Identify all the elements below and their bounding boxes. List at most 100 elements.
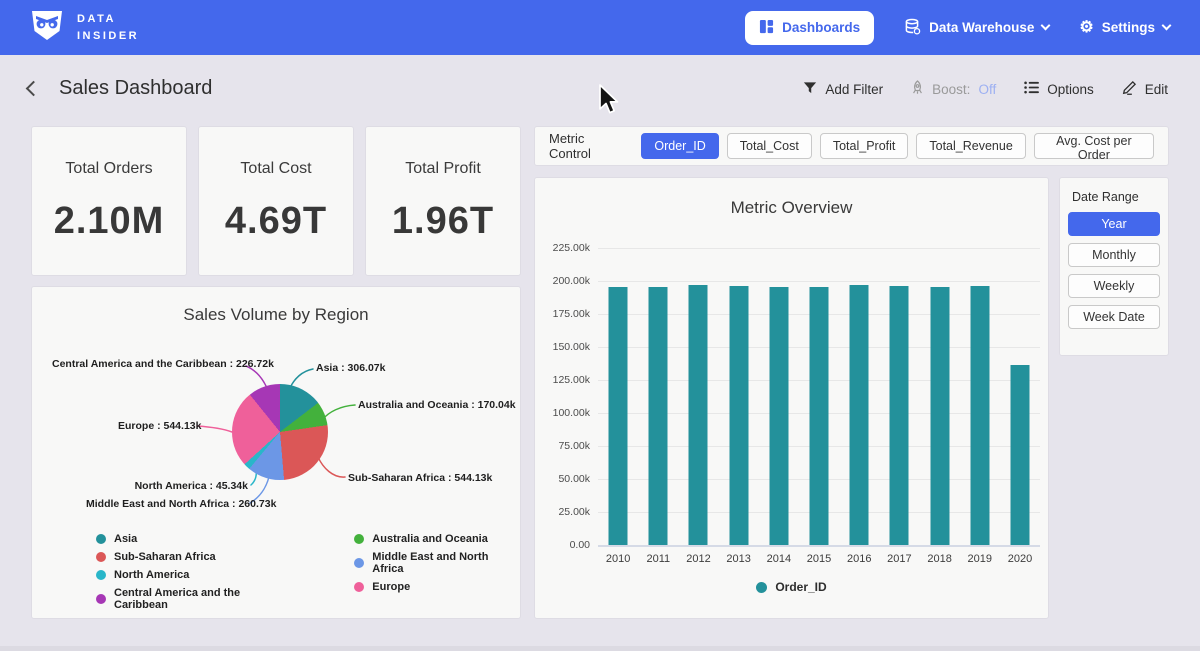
- x-axis-tick-label: 2013: [719, 553, 759, 565]
- bar-2017[interactable]: [890, 286, 909, 545]
- chevron-down-icon: [1162, 21, 1172, 31]
- kpi-card-total-orders: Total Orders 2.10M: [32, 127, 186, 275]
- x-axis-tick-label: 2017: [879, 553, 919, 565]
- pie-legend-item-central-america-and-the-caribbean[interactable]: Central America and the Caribbean: [96, 587, 294, 611]
- date-range-panel: Date Range Year Monthly Weekly Week Date: [1060, 178, 1168, 355]
- gear-icon: ⚙: [1079, 20, 1093, 36]
- pie-legend-item-asia[interactable]: Asia: [96, 533, 294, 545]
- sales-volume-pie-card: Sales Volume by Region Asia : 306.07kAus…: [32, 287, 520, 618]
- back-button[interactable]: [26, 81, 42, 97]
- pie-legend-item-australia-and-oceania[interactable]: Australia and Oceania: [354, 533, 520, 545]
- top-navigation-bar: DATA INSIDER Dashboards: [0, 0, 1200, 55]
- nav-item-settings[interactable]: ⚙ Settings: [1079, 20, 1170, 36]
- bar-column: [960, 248, 1000, 545]
- pencil-icon: [1122, 80, 1137, 98]
- x-axis-tick-label: 2012: [678, 553, 718, 565]
- bar-column: [1000, 248, 1040, 545]
- legend-dot: [756, 582, 767, 593]
- add-filter-button[interactable]: Add Filter: [803, 81, 883, 98]
- bar-column: [879, 248, 919, 545]
- date-option-monthly[interactable]: Monthly: [1068, 243, 1160, 267]
- bar-column: [638, 248, 678, 545]
- nav-links: Dashboards Data Warehouse ⚙ Settings: [745, 11, 1170, 45]
- bar-2013[interactable]: [729, 286, 748, 545]
- y-axis-tick-label: 100.00k: [535, 407, 590, 419]
- owl-logo-icon: [30, 10, 64, 46]
- legend-dot: [96, 594, 106, 604]
- bar-2020[interactable]: [1010, 365, 1029, 545]
- kpi-card-total-profit: Total Profit 1.96T: [366, 127, 520, 275]
- metric-option-order-id[interactable]: Order_ID: [641, 133, 718, 159]
- y-axis-tick-label: 125.00k: [535, 374, 590, 386]
- date-option-week-date[interactable]: Week Date: [1068, 305, 1160, 329]
- metric-option-total-revenue[interactable]: Total_Revenue: [916, 133, 1025, 159]
- legend-dot: [96, 534, 106, 544]
- kpi-value: 1.96T: [392, 200, 494, 243]
- bar-2011[interactable]: [649, 287, 668, 545]
- y-axis-tick-label: 225.00k: [535, 242, 590, 254]
- x-axis-tick-label: 2020: [1000, 553, 1040, 565]
- chart-title: Metric Overview: [535, 198, 1048, 218]
- x-axis-tick-label: 2011: [638, 553, 678, 565]
- pie-label-north-america: North America : 45.34k: [116, 480, 248, 492]
- bar-column: [799, 248, 839, 545]
- pie-legend-item-middle-east-and-north-africa[interactable]: Middle East and North Africa: [354, 551, 520, 575]
- pie-label-europe: Europe : 544.13k: [118, 420, 194, 432]
- metric-control-buttons: Order_ID Total_Cost Total_Profit Total_Reve…: [641, 133, 1154, 159]
- bar-2018[interactable]: [930, 287, 949, 545]
- kpi-value: 4.69T: [225, 200, 327, 243]
- rocket-icon: [911, 80, 924, 98]
- y-axis-tick-label: 75.00k: [535, 440, 590, 452]
- bar-2012[interactable]: [689, 285, 708, 545]
- legend-dot: [354, 534, 364, 544]
- bar-column: [759, 248, 799, 545]
- legend-dot: [354, 582, 364, 592]
- date-option-weekly[interactable]: Weekly: [1068, 274, 1160, 298]
- page-title: Sales Dashboard: [59, 77, 212, 100]
- x-axis: 2010201120122013201420152016201720182019…: [598, 553, 1040, 565]
- header-toolbar: Add Filter Boost: Off Options: [803, 80, 1168, 98]
- options-button[interactable]: Options: [1024, 81, 1094, 97]
- boost-toggle[interactable]: Boost: Off: [911, 80, 996, 98]
- pie-chart[interactable]: [232, 384, 328, 480]
- y-axis-tick-label: 150.00k: [535, 341, 590, 353]
- metric-option-total-profit[interactable]: Total_Profit: [820, 133, 909, 159]
- pie-label-asia: Asia : 306.07k: [316, 362, 385, 374]
- kpi-label: Total Cost: [240, 160, 311, 178]
- metric-control-label: Metric Control: [549, 131, 627, 161]
- kpi-label: Total Orders: [65, 160, 152, 178]
- metric-option-avg-cost-per-order[interactable]: Avg. Cost per Order: [1034, 133, 1154, 159]
- list-options-icon: [1024, 81, 1039, 97]
- legend-label: Sub-Saharan Africa: [114, 551, 216, 563]
- pie-label-middle-east-and-north-africa: Middle East and North Africa : 260.73k: [86, 498, 276, 510]
- y-axis-tick-label: 0.00: [535, 539, 590, 551]
- bar-2016[interactable]: [850, 285, 869, 545]
- pie-legend-item-sub-saharan-africa[interactable]: Sub-Saharan Africa: [96, 551, 294, 563]
- nav-item-data-warehouse[interactable]: Data Warehouse: [904, 18, 1049, 38]
- metric-option-total-cost[interactable]: Total_Cost: [727, 133, 812, 159]
- y-axis-tick-label: 25.00k: [535, 506, 590, 518]
- bar-2019[interactable]: [970, 286, 989, 545]
- pie-connector-australia-and-oceania: [323, 405, 355, 419]
- legend-item-order-id[interactable]: Order_ID: [756, 580, 826, 594]
- date-option-year[interactable]: Year: [1068, 212, 1160, 236]
- brand: DATA INSIDER: [30, 10, 139, 46]
- bar-column: [598, 248, 638, 545]
- bottom-edge: [0, 646, 1200, 651]
- edit-button[interactable]: Edit: [1122, 80, 1168, 98]
- x-axis-tick-label: 2019: [960, 553, 1000, 565]
- page-header: Sales Dashboard: [28, 77, 212, 100]
- bar-2015[interactable]: [810, 287, 829, 545]
- metric-control-bar: Metric Control Order_ID Total_Cost Total_P…: [535, 127, 1168, 165]
- kpi-label: Total Profit: [405, 160, 481, 178]
- y-axis-tick-label: 200.00k: [535, 275, 590, 287]
- bar-2014[interactable]: [769, 287, 788, 545]
- date-range-label: Date Range: [1072, 190, 1160, 204]
- pie-legend-item-europe[interactable]: Europe: [354, 581, 520, 593]
- legend-label: Asia: [114, 533, 137, 545]
- bar-series: [598, 248, 1040, 545]
- bar-2010[interactable]: [609, 287, 628, 545]
- boost-status: Off: [978, 82, 996, 97]
- pie-legend-item-north-america[interactable]: North America: [96, 569, 294, 581]
- nav-item-dashboards[interactable]: Dashboards: [745, 11, 874, 45]
